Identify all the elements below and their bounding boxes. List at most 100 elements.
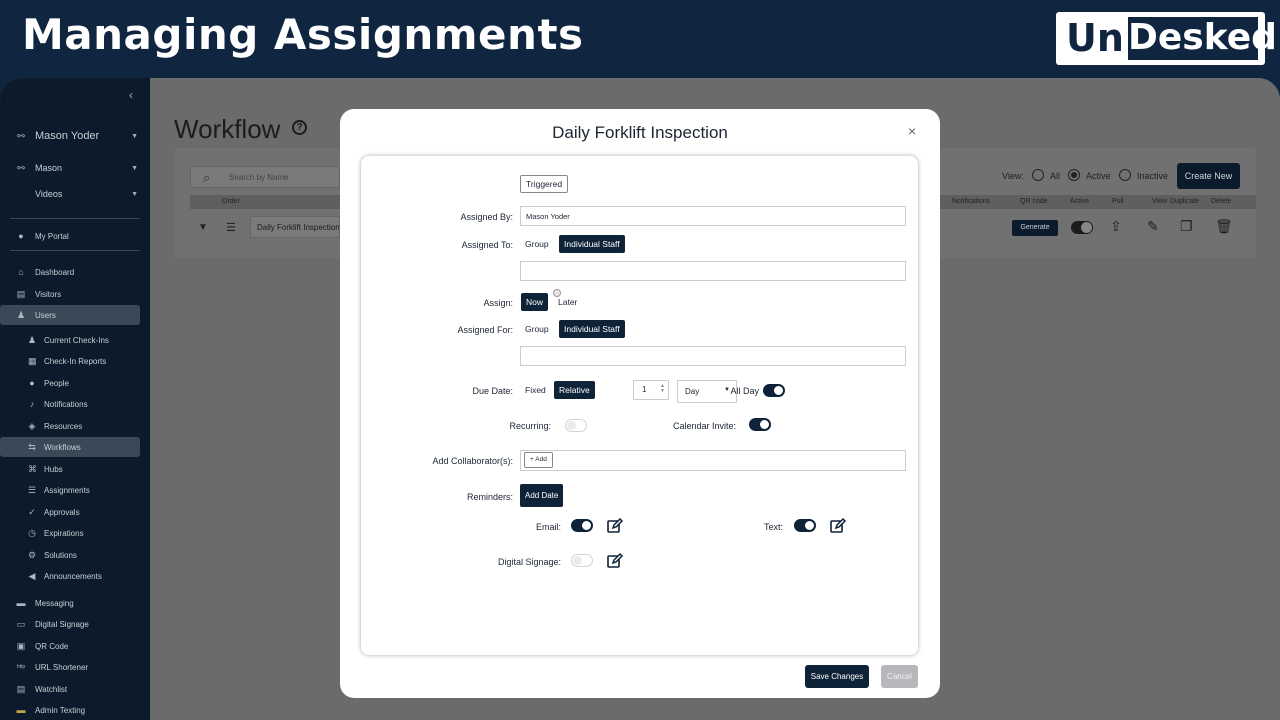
search-input[interactable]: ⌕ Search by Name bbox=[190, 166, 340, 188]
column-header: Duplicate bbox=[1170, 198, 1200, 205]
text-message-icon: ▬ bbox=[16, 705, 26, 715]
bell-icon: ♪ bbox=[29, 399, 35, 409]
sidebar-org[interactable]: ⚯ Mason ▼ bbox=[0, 158, 150, 178]
assigned-to-field[interactable] bbox=[520, 261, 906, 281]
sidebar-item-users[interactable]: ♟ Users bbox=[0, 305, 140, 325]
logo-desked-text: Desked bbox=[1128, 17, 1277, 60]
recurring-toggle[interactable] bbox=[565, 419, 587, 432]
assigned-to-individual-staff-button[interactable]: Individual Staff bbox=[559, 235, 625, 253]
add-collaborator-button[interactable]: + Add bbox=[524, 452, 553, 468]
sidebar-item-label: Visitors bbox=[35, 289, 62, 299]
sidebar-item-approvals[interactable]: ✓ Approvals bbox=[0, 502, 150, 522]
edit-text-icon[interactable] bbox=[829, 517, 847, 535]
sidebar-item-hubs[interactable]: ⌘ Hubs bbox=[0, 459, 150, 479]
sidebar-item-label: People bbox=[44, 378, 69, 388]
chevron-down-icon: ▼ bbox=[131, 132, 138, 140]
assigned-for-label: Assigned For: bbox=[457, 325, 513, 335]
assigned-for-field[interactable] bbox=[520, 346, 906, 366]
sidebar-item-label: Messaging bbox=[35, 598, 74, 608]
sidebar-item-check-in-reports[interactable]: ▦ Check-In Reports bbox=[0, 351, 150, 371]
view-active-radio[interactable] bbox=[1068, 169, 1080, 181]
calendar-invite-toggle[interactable] bbox=[749, 418, 771, 431]
sidebar-item-admin-texting[interactable]: ▬ Admin Texting bbox=[0, 700, 150, 720]
workflow-name-field[interactable]: Daily Forklift Inspection bbox=[250, 216, 340, 238]
view-all-radio[interactable] bbox=[1032, 169, 1044, 181]
sidebar-item-label: Approvals bbox=[44, 507, 80, 517]
sidebar-item-qr-code[interactable]: ▣ QR Code bbox=[0, 636, 150, 656]
sidebar-item-label: Resources bbox=[44, 421, 83, 431]
sidebar-item-people[interactable]: ● People bbox=[0, 373, 150, 393]
sidebar-item-my-portal[interactable]: ● My Portal bbox=[0, 226, 150, 246]
view-inactive-radio[interactable] bbox=[1119, 169, 1131, 181]
sidebar-item-url-shortener[interactable]: http URL Shortener bbox=[0, 657, 150, 677]
sidebar-item-assignments[interactable]: ☰ Assignments bbox=[0, 480, 150, 500]
add-date-button[interactable]: Add Date bbox=[520, 484, 564, 507]
assigned-for-individual-staff-button[interactable]: Individual Staff bbox=[559, 320, 625, 338]
sidebar-item-label: Users bbox=[35, 310, 56, 320]
edit-workflow-modal: Daily Forklift Inspection × Triggered As… bbox=[340, 109, 940, 698]
assigned-to-group-button[interactable]: Group bbox=[520, 235, 554, 253]
sidebar-item-label: Current Check-Ins bbox=[44, 335, 109, 345]
approval-icon: ✓ bbox=[28, 507, 36, 517]
sidebar-item-label: Notifications bbox=[44, 399, 88, 409]
sidebar-item-notifications[interactable]: ♪ Notifications bbox=[0, 394, 150, 414]
column-header: QR code bbox=[1020, 198, 1048, 205]
sidebar-account[interactable]: ⚯ Mason Yoder ▼ bbox=[0, 126, 150, 146]
edit-icon[interactable]: ✎ bbox=[1147, 218, 1159, 235]
sidebar-item-expirations[interactable]: ◷ Expirations bbox=[0, 523, 150, 543]
chevron-down-icon: ▼ bbox=[131, 190, 138, 198]
link-icon: ⚯ bbox=[17, 163, 25, 173]
sidebar-item-visitors[interactable]: ▤ Visitors bbox=[0, 284, 150, 304]
email-reminder-toggle[interactable] bbox=[571, 519, 593, 532]
chevron-down-icon[interactable]: ▼ bbox=[198, 222, 208, 233]
collapse-sidebar-icon[interactable]: ‹ bbox=[129, 88, 133, 102]
reminders-label: Reminders: bbox=[466, 492, 513, 502]
http-icon: http bbox=[16, 664, 26, 670]
email-label: Email: bbox=[535, 522, 561, 532]
close-icon[interactable]: × bbox=[908, 123, 916, 139]
digital-signage-label: Digital Signage: bbox=[497, 557, 561, 567]
upload-icon[interactable]: ⇪ bbox=[1110, 218, 1122, 235]
generate-qr-button[interactable]: Generate bbox=[1012, 220, 1058, 236]
resources-icon: ◈ bbox=[28, 421, 36, 431]
digital-signage-toggle[interactable] bbox=[571, 554, 593, 567]
view-active-label: Active bbox=[1086, 171, 1111, 181]
sidebar-item-label: Hubs bbox=[44, 464, 63, 474]
active-toggle[interactable] bbox=[1071, 221, 1093, 234]
column-header: Pull bbox=[1112, 198, 1124, 205]
create-new-button[interactable]: Create New bbox=[1177, 163, 1240, 189]
due-fixed-button[interactable]: Fixed bbox=[520, 381, 551, 399]
id-card-icon: ▤ bbox=[16, 289, 26, 299]
due-number-stepper[interactable]: 1 ▲ ▼ bbox=[633, 380, 669, 400]
banner-title: Managing Assignments bbox=[22, 10, 584, 59]
text-reminder-toggle[interactable] bbox=[794, 519, 816, 532]
sidebar-item-dashboard[interactable]: ⌂ Dashboard bbox=[0, 262, 150, 282]
sidebar-item-current-check-ins[interactable]: ♟ Current Check-Ins bbox=[0, 330, 150, 350]
duplicate-icon[interactable]: ❐ bbox=[1180, 218, 1193, 235]
sidebar-account-label: Mason Yoder bbox=[35, 130, 100, 142]
assigned-by-field[interactable]: Mason Yoder bbox=[520, 206, 906, 226]
sidebar-item-watchlist[interactable]: ▤ Watchlist bbox=[0, 679, 150, 699]
save-changes-button[interactable]: Save Changes bbox=[805, 665, 869, 688]
assign-now-button[interactable]: Now bbox=[521, 293, 549, 311]
triggered-button[interactable]: Triggered bbox=[520, 175, 569, 193]
cancel-button[interactable]: Cancel bbox=[881, 665, 918, 688]
delete-icon[interactable]: 🗑 bbox=[1215, 218, 1233, 235]
sidebar-item-digital-signage[interactable]: ▭ Digital Signage bbox=[0, 614, 150, 634]
sidebar-item-announcements[interactable]: ◀ Announcements bbox=[0, 566, 150, 586]
help-icon[interactable]: ? bbox=[292, 120, 307, 135]
stepper-arrows-icon[interactable]: ▲ ▼ bbox=[660, 384, 665, 394]
edit-email-icon[interactable] bbox=[606, 517, 624, 535]
drag-handle-icon[interactable]: ☰ bbox=[226, 221, 236, 234]
sidebar-item-workflows[interactable]: ⇆ Workflows bbox=[0, 437, 140, 457]
edit-digital-signage-icon[interactable] bbox=[606, 552, 624, 570]
due-relative-button[interactable]: Relative bbox=[554, 381, 595, 399]
assigned-for-group-button[interactable]: Group bbox=[520, 320, 554, 338]
all-day-toggle[interactable] bbox=[763, 384, 785, 397]
sidebar-item-solutions[interactable]: ⚙ Solutions bbox=[0, 545, 150, 565]
sidebar-videos[interactable]: Videos ▼ bbox=[0, 184, 150, 204]
video-banner: Managing Assignments Un Desked bbox=[0, 0, 1280, 78]
sidebar-item-resources[interactable]: ◈ Resources bbox=[0, 416, 150, 436]
sidebar-item-messaging[interactable]: ▬ Messaging bbox=[0, 593, 150, 613]
sidebar: ‹ ⚯ Mason Yoder ▼ ⚯ Mason ▼ Videos ▼ ● M… bbox=[0, 78, 150, 720]
